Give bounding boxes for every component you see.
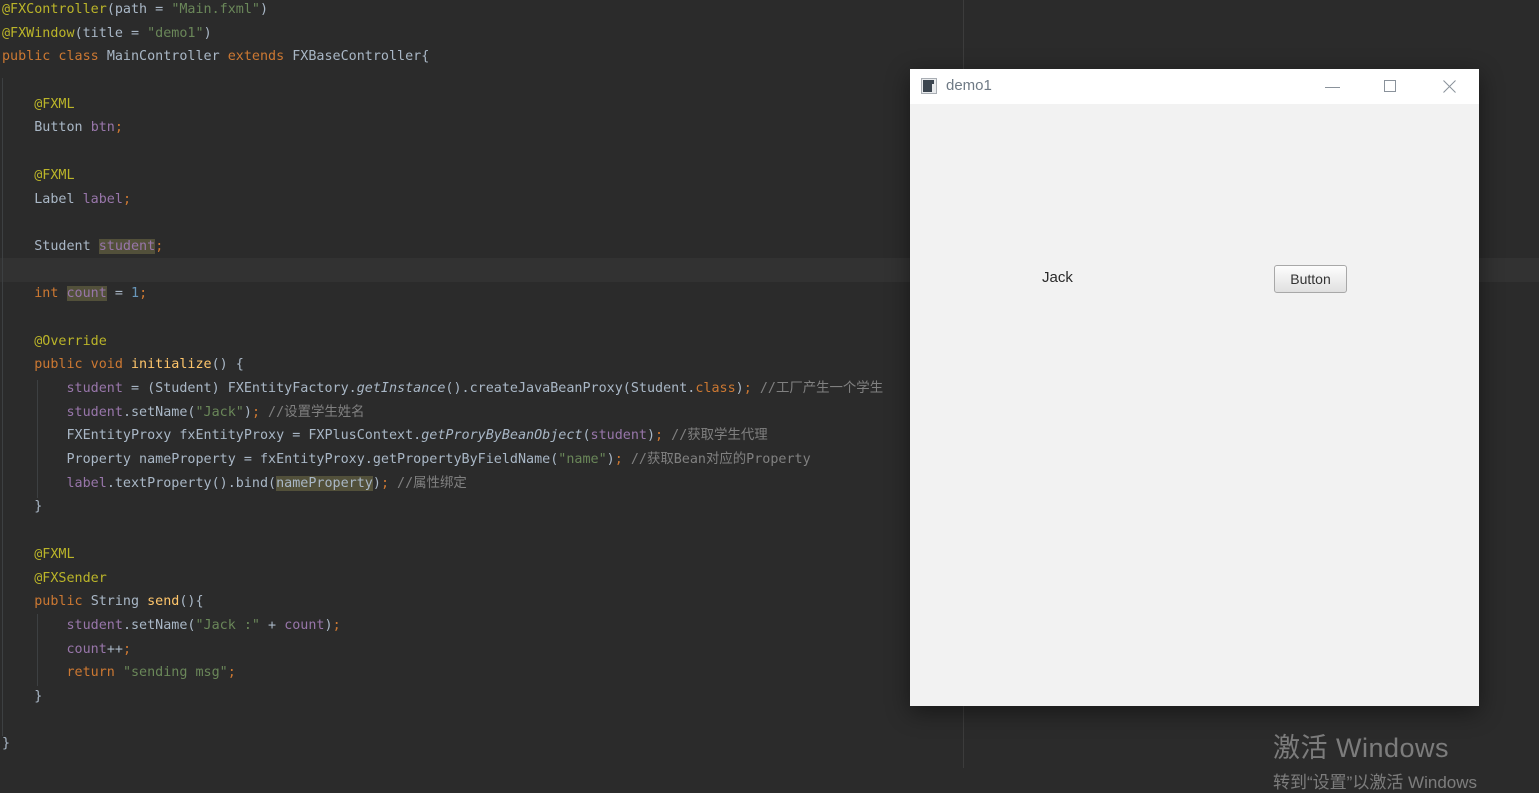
code-line: public class MainController extends FXBa… bbox=[2, 45, 1532, 69]
watermark-line1: 激活 Windows bbox=[1273, 726, 1477, 765]
minimize-icon bbox=[1325, 87, 1340, 88]
demo1-window: demo1 Jack Button bbox=[910, 69, 1479, 706]
window-titlebar[interactable]: demo1 bbox=[910, 69, 1479, 104]
maximize-icon bbox=[1384, 80, 1396, 92]
minimize-button[interactable] bbox=[1309, 69, 1355, 104]
window-app-icon bbox=[921, 78, 937, 94]
watermark-line2: 转到“设置”以激活 Windows bbox=[1273, 768, 1477, 793]
window-title: demo1 bbox=[946, 77, 992, 94]
code-line: @FXWindow(title = "demo1") bbox=[2, 22, 1532, 46]
maximize-button[interactable] bbox=[1367, 69, 1413, 104]
code-line: @FXController(path = "Main.fxml") bbox=[2, 0, 1532, 22]
send-button[interactable]: Button bbox=[1274, 265, 1347, 293]
name-label: Jack bbox=[1042, 269, 1073, 286]
close-button[interactable] bbox=[1426, 69, 1472, 104]
activation-watermark: 激活 Windows 转到“设置”以激活 Windows bbox=[1273, 726, 1477, 793]
